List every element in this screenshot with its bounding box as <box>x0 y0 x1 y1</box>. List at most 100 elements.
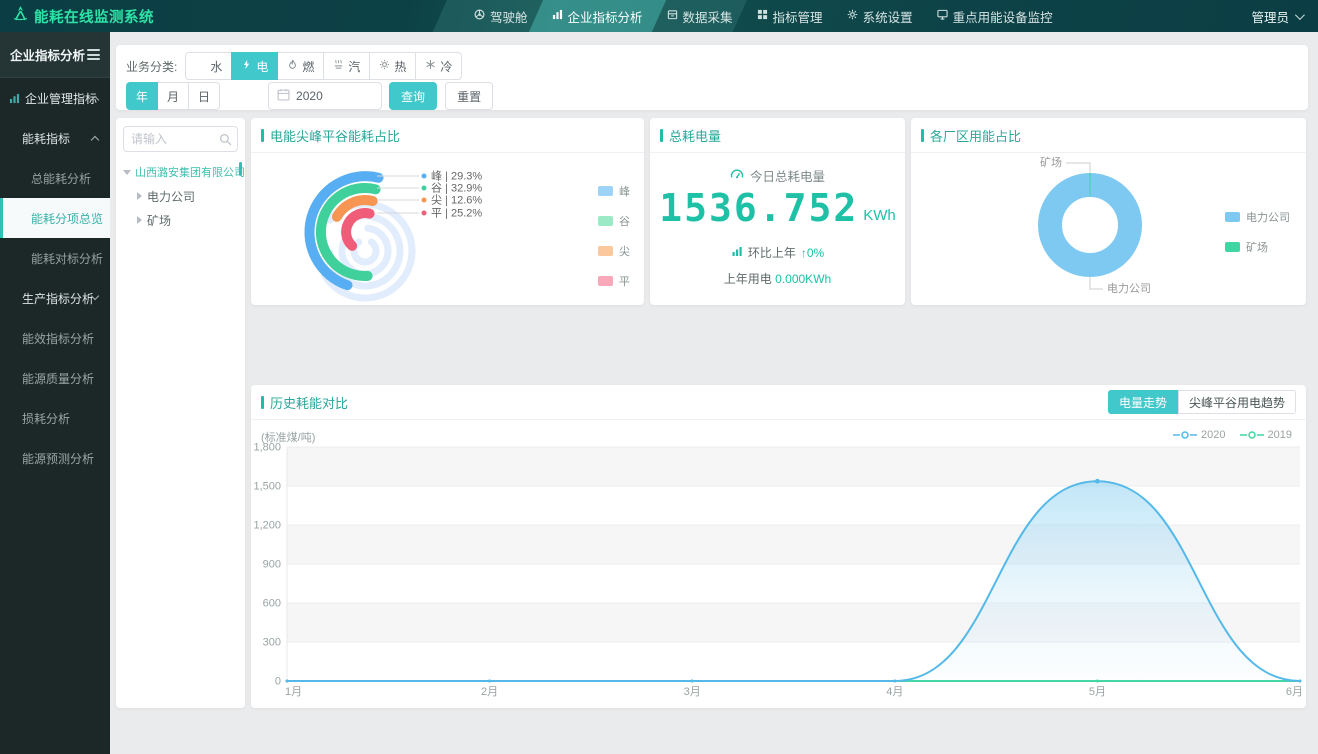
legend-item-矿场[interactable]: 矿场 <box>1225 239 1290 255</box>
legend-item-2020[interactable]: 2020 <box>1173 429 1225 441</box>
sidebar-item-energy-quality-analysis[interactable]: 能源质量分析 <box>0 358 110 398</box>
category-button-cold[interactable]: 冷 <box>415 52 462 80</box>
sidebar-item-energy-index[interactable]: 能耗指标 <box>0 118 110 158</box>
filter-card: 业务分类: 水电燃汽热冷 年月日 2020 查询 重置 <box>116 45 1308 110</box>
svg-text:平 | 25.2%: 平 | 25.2% <box>431 208 482 220</box>
svg-text:6月: 6月 <box>1286 686 1303 698</box>
sidebar-item-total-energy-analysis[interactable]: 总能耗分析 <box>0 158 110 198</box>
tree-node-mine[interactable]: 矿场 <box>123 208 238 232</box>
svg-text:谷 | 32.9%: 谷 | 32.9% <box>431 182 482 195</box>
grid-icon <box>757 9 768 23</box>
history-tabs: 电量走势尖峰平谷用电趋势 <box>1108 390 1296 414</box>
top-header: 能耗在线监测系统 驾驶舱企业指标分析数据采集指标管理系统设置重点用能设备监控 管… <box>0 0 1318 32</box>
user-menu[interactable]: 管理员 <box>1251 0 1302 32</box>
peak-valley-legend: 峰 谷 尖 平 <box>598 183 630 303</box>
caret-down-icon <box>123 170 131 175</box>
legend-item-平[interactable]: 平 <box>598 273 630 289</box>
gas-icon <box>287 59 298 73</box>
nav-item-system-settings[interactable]: 系统设置 <box>843 0 917 32</box>
prev-year-value: 0.000KWh <box>775 272 831 286</box>
svg-text:0: 0 <box>275 676 281 688</box>
tree-search-box <box>123 126 238 152</box>
app-logo: 能耗在线监测系统 <box>12 0 154 32</box>
total-consumption-unit: KWh <box>863 207 896 227</box>
nav-item-enterprise-index-analysis[interactable]: 企业指标分析 <box>548 0 647 32</box>
gauge-icon <box>730 167 744 184</box>
sidebar-menu: 企业管理指标能耗指标总能耗分析能耗分项总览能耗对标分析生产指标分析能效指标分析能… <box>0 78 110 478</box>
search-icon <box>219 133 232 146</box>
category-button-electric[interactable]: 电 <box>231 52 278 80</box>
chevron-up-icon <box>91 136 99 144</box>
period-button-year[interactable]: 年 <box>126 82 158 110</box>
svg-text:峰 | 29.3%: 峰 | 29.3% <box>431 170 482 183</box>
category-button-steam[interactable]: 汽 <box>323 52 370 80</box>
mom-label: 环比上年 <box>748 244 796 261</box>
history-tab-power-trend[interactable]: 电量走势 <box>1108 390 1178 414</box>
nav-item-data-collection[interactable]: 数据采集 <box>663 0 737 32</box>
svg-text:5月: 5月 <box>1089 686 1106 698</box>
tree-node-root[interactable]: 山西潞安集团有限公司 <box>123 160 238 184</box>
nav-item-key-equipment-monitor[interactable]: 重点用能设备监控 <box>933 0 1057 32</box>
page: 能耗在线监测系统 驾驶舱企业指标分析数据采集指标管理系统设置重点用能设备监控 管… <box>0 0 1318 754</box>
category-button-group: 水电燃汽热冷 <box>185 52 462 80</box>
category-button-gas[interactable]: 燃 <box>277 52 324 80</box>
total-consumption-value: 1536.752 <box>659 189 858 227</box>
legend-item-电力公司[interactable]: 电力公司 <box>1225 209 1290 225</box>
sidebar-item-enterprise-manage-index[interactable]: 企业管理指标 <box>0 78 110 118</box>
reset-button[interactable]: 重置 <box>445 82 493 110</box>
electric-icon <box>241 59 252 73</box>
history-tab-peak-valley-trend[interactable]: 尖峰平谷用电趋势 <box>1178 390 1296 414</box>
history-legend: 2020 2019 <box>1173 429 1292 441</box>
area-ratio-legend: 电力公司 矿场 <box>1225 209 1290 269</box>
svg-text:3月: 3月 <box>684 686 701 698</box>
date-input[interactable]: 2020 <box>268 82 382 110</box>
tree-scrollbar-thumb[interactable] <box>239 162 242 176</box>
svg-text:电力公司: 电力公司 <box>1107 282 1151 295</box>
date-value: 2020 <box>296 89 323 103</box>
query-button[interactable]: 查询 <box>389 82 437 110</box>
svg-text:1月: 1月 <box>285 686 302 698</box>
area-ratio-card-title: 各厂区用能占比 <box>911 118 1306 153</box>
sidebar-item-energy-efficiency-analysis[interactable]: 能效指标分析 <box>0 318 110 358</box>
svg-text:2月: 2月 <box>481 686 498 698</box>
water-icon <box>195 59 206 73</box>
legend-item-峰[interactable]: 峰 <box>598 183 630 199</box>
sidebar-item-energy-benchmark-analysis[interactable]: 能耗对标分析 <box>0 238 110 278</box>
logo-icon <box>12 5 29 27</box>
period-button-day[interactable]: 日 <box>188 82 220 110</box>
sidebar-item-energy-forecast-analysis[interactable]: 能源预测分析 <box>0 438 110 478</box>
nav-item-cockpit[interactable]: 驾驶舱 <box>470 0 532 32</box>
calendar-icon <box>277 88 290 104</box>
svg-text:1,800: 1,800 <box>253 443 281 454</box>
sidebar-title: 企业指标分析 <box>10 45 85 64</box>
sidebar-item-production-index-analysis[interactable]: 生产指标分析 <box>0 278 110 318</box>
mom-value: ↑0% <box>801 246 824 260</box>
mini-bars-icon <box>731 245 743 260</box>
svg-text:600: 600 <box>263 598 281 610</box>
category-button-heat[interactable]: 热 <box>369 52 416 80</box>
tree-node-power-company[interactable]: 电力公司 <box>123 184 238 208</box>
nav-item-index-management[interactable]: 指标管理 <box>753 0 827 32</box>
chevron-down-icon <box>1295 10 1305 20</box>
legend-item-谷[interactable]: 谷 <box>598 213 630 229</box>
org-tree: 山西潞安集团有限公司 电力公司 矿场 <box>123 160 238 232</box>
sidebar-item-energy-subitem-overview[interactable]: 能耗分项总览 <box>0 198 110 238</box>
legend-item-2019[interactable]: 2019 <box>1240 429 1292 441</box>
org-tree-panel: 山西潞安集团有限公司 电力公司 矿场 <box>116 118 245 708</box>
svg-text:尖 | 12.6%: 尖 | 12.6% <box>431 194 482 207</box>
caret-right-icon <box>137 192 142 200</box>
monitor-icon <box>937 9 948 23</box>
peak-valley-card: 电能尖峰平谷能耗占比 峰 | 29.3%谷 | 32.9%尖 | 12.6%平 … <box>251 118 644 305</box>
legend-item-尖[interactable]: 尖 <box>598 243 630 259</box>
total-consumption-card: 总耗电量 今日总耗电量 1536.752 KWh 环比上年 ↑0% 上年用电 <box>650 118 905 305</box>
svg-text:1,200: 1,200 <box>253 520 281 532</box>
today-total-label: 今日总耗电量 <box>750 166 825 185</box>
svg-text:300: 300 <box>263 637 281 649</box>
period-button-month[interactable]: 月 <box>157 82 189 110</box>
period-button-group: 年月日 <box>126 82 220 110</box>
svg-text:900: 900 <box>263 559 281 571</box>
menu-toggle-icon[interactable] <box>87 46 100 63</box>
svg-text:4月: 4月 <box>886 686 903 698</box>
sidebar-item-loss-analysis[interactable]: 损耗分析 <box>0 398 110 438</box>
category-button-water[interactable]: 水 <box>185 52 232 80</box>
